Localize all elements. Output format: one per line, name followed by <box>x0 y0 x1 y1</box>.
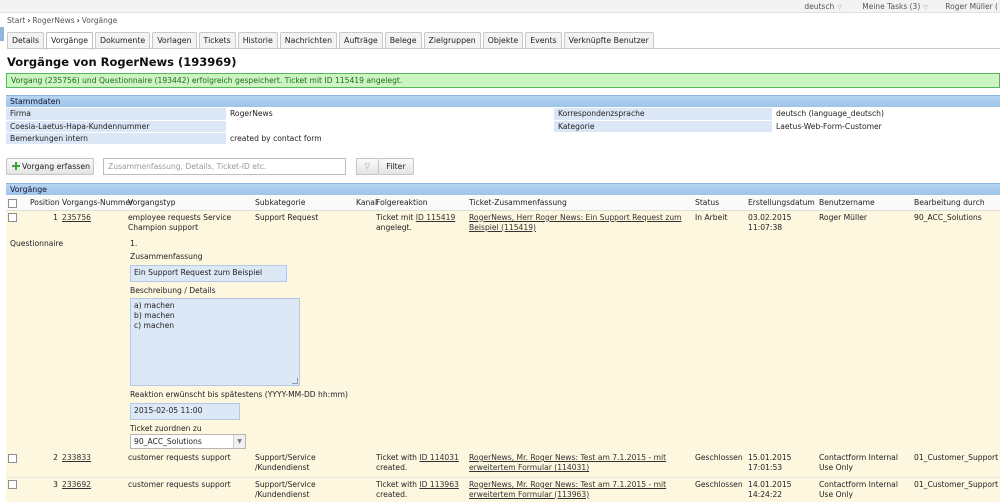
reaction-label: Reaktion erwünscht bis spätestens (YYYY-… <box>130 390 349 399</box>
tab-divider <box>7 48 1000 49</box>
bemerkungen-label: Bemerkungen intern <box>6 132 226 145</box>
col-benutzername[interactable]: Benutzername <box>817 196 912 211</box>
tab-historie[interactable]: Historie <box>237 32 278 49</box>
user-menu[interactable]: Roger Müller ( <box>945 2 998 11</box>
korrespondenzsprache-value: deutsch (language_deutsch) <box>772 108 1000 121</box>
col-folgereaktion[interactable]: Folgereaktion <box>374 196 467 211</box>
row-checkbox[interactable] <box>8 453 17 463</box>
firma-value: RogerNews <box>226 108 554 121</box>
assign-select[interactable]: 90_ACC_Solutions ▼ <box>130 434 246 449</box>
ticket-id-link[interactable]: ID 115419 <box>416 213 456 222</box>
row-checkbox[interactable] <box>8 213 17 222</box>
vorgang-number-link[interactable]: 233833 <box>62 453 91 462</box>
chevron-down-icon: ▽ <box>923 4 928 11</box>
breadcrumb-company[interactable]: RogerNews <box>32 16 74 25</box>
table-row[interactable]: 3 233692 customer requests support Suppo… <box>6 477 1000 502</box>
vorgang-number-link[interactable]: 233692 <box>62 480 91 489</box>
stammdaten-heading: Stammdaten <box>6 95 1000 107</box>
summary-label: Zusammenfassung <box>130 252 203 261</box>
col-subkategorie[interactable]: Subkategorie <box>253 196 354 211</box>
breadcrumb-start[interactable]: Start <box>7 16 25 25</box>
page-title: Vorgänge von RogerNews (193969) <box>7 55 237 69</box>
tab-tickets[interactable]: Tickets <box>198 32 236 49</box>
breadcrumb: Start › RogerNews › Vorgänge <box>7 16 118 25</box>
status-value: Geschlossen <box>693 477 746 502</box>
vorgaenge-table-continued: 2 233833 customer requests support Suppo… <box>6 451 1000 502</box>
plus-icon <box>12 162 20 170</box>
success-message: Vorgang (235756) und Questionnaire (1934… <box>6 73 1000 88</box>
ticket-summary-link[interactable]: RogerNews, Mr. Roger News: Test am 7.1.2… <box>469 480 666 499</box>
bemerkungen-value: created by contact form <box>226 132 554 145</box>
kategorie-value: Laetus-Web-Form-Customer <box>772 120 1000 133</box>
tab-verknuepfte-benutzer[interactable]: Verknüpfte Benutzer <box>563 32 654 49</box>
tab-objekte[interactable]: Objekte <box>482 32 524 49</box>
chevron-down-icon: ▼ <box>233 435 245 448</box>
filter-button[interactable]: Filter <box>378 158 414 175</box>
firma-label: Firma <box>6 108 226 121</box>
tab-nachrichten[interactable]: Nachrichten <box>279 32 338 49</box>
table-header-row: Position Vorgangs-Nummer Vorgangstyp Sub… <box>6 196 1000 211</box>
vorgang-number-link[interactable]: 235756 <box>62 213 91 222</box>
row-checkbox[interactable] <box>8 480 17 489</box>
table-row[interactable]: 1 235756 employee requests Service Champ… <box>6 210 1000 237</box>
tab-events[interactable]: Events <box>525 32 562 49</box>
top-bar-right: deutsch ▽ Meine Tasks (3) ▽ Roger Müller ( <box>798 2 998 11</box>
tab-belege[interactable]: Belege <box>384 32 422 49</box>
tab-dokumente[interactable]: Dokumente <box>95 32 151 49</box>
summary-field[interactable]: Ein Support Request zum Beispiel <box>130 265 287 282</box>
details-textarea[interactable]: a) machen b) machen c) machen <box>130 298 300 386</box>
kundennummer-value <box>226 120 554 133</box>
vorgaenge-heading: Vorgänge <box>6 183 1000 195</box>
tab-vorlagen[interactable]: Vorlagen <box>152 32 197 49</box>
reaction-datetime-field[interactable]: 2015-02-05 11:00 <box>130 403 240 420</box>
ticket-id-link[interactable]: ID 113963 <box>419 480 459 489</box>
korrespondenzsprache-label: Korrespondenzsprache <box>554 108 772 121</box>
col-position[interactable]: Position <box>28 196 60 211</box>
col-erstellungsdatum[interactable]: Erstellungsdatum <box>746 196 817 211</box>
top-bar: deutsch ▽ Meine Tasks (3) ▽ Roger Müller ( <box>0 0 1000 13</box>
tab-bar: Details Vorgänge Dokumente Vorlagen Tick… <box>7 32 656 50</box>
select-all-checkbox[interactable] <box>8 198 17 208</box>
stammdaten-table: Firma RogerNews Korrespondenzsprache deu… <box>6 108 1000 145</box>
chevron-down-icon: ▽ <box>837 4 842 11</box>
col-vorgangstyp[interactable]: Vorgangstyp <box>126 196 253 211</box>
col-bearbeitung-durch[interactable]: Bearbeitung durch <box>912 196 1000 211</box>
tasks-menu[interactable]: Meine Tasks (3) ▽ <box>859 2 940 11</box>
ticket-id-link[interactable]: ID 114031 <box>419 453 459 462</box>
col-kanal[interactable]: Kanal <box>354 196 377 211</box>
assign-label: Ticket zuordnen zu <box>130 424 202 433</box>
table-row[interactable]: 2 233833 customer requests support Suppo… <box>6 451 1000 478</box>
question-index: 1. <box>130 239 138 248</box>
status-value: Geschlossen <box>693 451 746 478</box>
tab-details[interactable]: Details <box>7 32 45 49</box>
questionnaire-label: Questionnaire <box>10 239 64 248</box>
resize-handle-icon[interactable] <box>292 378 298 384</box>
col-status[interactable]: Status <box>693 196 746 211</box>
language-selector[interactable]: deutsch ▽ <box>801 2 853 11</box>
col-ticket-zusammenfassung[interactable]: Ticket-Zusammenfassung <box>467 196 693 211</box>
tab-zielgruppen[interactable]: Zielgruppen <box>423 32 481 49</box>
ticket-summary-link[interactable]: RogerNews, Mr. Roger News: Test am 7.1.2… <box>469 453 666 472</box>
col-vorgangs-nummer[interactable]: Vorgangs-Nummer <box>60 196 133 211</box>
tab-auftraege[interactable]: Aufträge <box>339 32 383 49</box>
ticket-summary-link[interactable]: RogerNews, Herr Roger News: Ein Support … <box>469 213 682 232</box>
questionnaire-panel: Questionnaire 1. Zusammenfassung Ein Sup… <box>6 236 1000 451</box>
status-value: In Arbeit <box>693 210 746 237</box>
filter-dropdown-icon[interactable]: ▽ <box>356 158 378 175</box>
side-handle[interactable] <box>0 27 4 41</box>
create-vorgang-button[interactable]: Vorgang erfassen <box>6 158 94 175</box>
kategorie-label: Kategorie <box>554 120 772 133</box>
details-label: Beschreibung / Details <box>130 286 216 295</box>
kundennummer-label: Coesia-Laetus-Hapa-Kundennummer <box>6 120 226 133</box>
breadcrumb-current: Vorgänge <box>81 16 118 25</box>
vorgaenge-table: Position Vorgangs-Nummer Vorgangstyp Sub… <box>6 196 1000 237</box>
search-input[interactable] <box>103 158 346 175</box>
